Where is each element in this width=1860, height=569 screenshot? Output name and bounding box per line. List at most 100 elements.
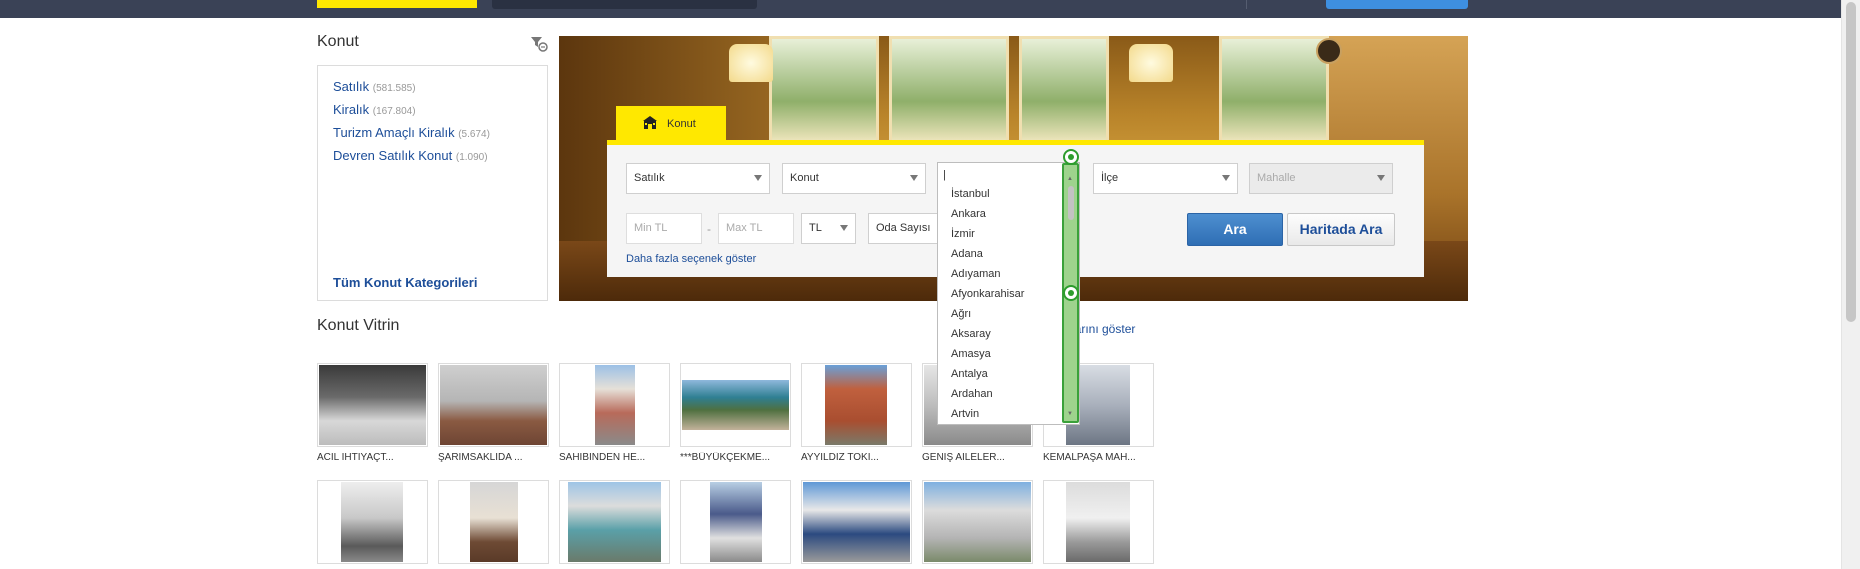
hero-window <box>889 36 1009 146</box>
listing-type-value: Satılık <box>634 172 665 184</box>
listing-thumbnail[interactable] <box>317 480 428 564</box>
listing-caption[interactable]: AYYILDIZ TOKİ... <box>801 452 912 463</box>
listing-thumbnail[interactable] <box>680 363 791 447</box>
category-list: Satılık (581.585) Kiralık (167.804) Turi… <box>333 79 490 171</box>
scroll-down-icon[interactable]: ▼ <box>1067 411 1073 417</box>
chevron-down-icon <box>1377 175 1385 181</box>
city-option[interactable]: Afyonkarahisar <box>938 287 1024 307</box>
tab-konut[interactable]: Konut <box>616 106 726 140</box>
listing-thumbnail[interactable] <box>680 480 791 564</box>
divider <box>1246 0 1247 9</box>
tab-konut-label: Konut <box>667 118 696 130</box>
category-label[interactable]: Devren Satılık Konut <box>333 148 452 163</box>
listing-caption[interactable]: ***BÜYÜKÇEKME... <box>680 452 791 463</box>
min-price-placeholder: Min TL <box>634 222 668 234</box>
search-button[interactable]: Ara <box>1187 213 1283 246</box>
district-value: İlçe <box>1101 172 1119 184</box>
map-search-button[interactable]: Haritada Ara <box>1287 213 1395 246</box>
city-options-list: İstanbul Ankara İzmir Adana Adıyaman Afy… <box>938 187 1024 424</box>
city-option[interactable]: İzmir <box>938 227 1024 247</box>
category-item-devren[interactable]: Devren Satılık Konut (1.090) <box>333 148 490 171</box>
listing-thumbnail[interactable] <box>317 363 428 447</box>
category-label[interactable]: Turizm Amaçlı Kiralık <box>333 125 455 140</box>
chevron-down-icon <box>910 175 918 181</box>
listing-caption[interactable]: SAHİBİNDEN HE... <box>559 452 670 463</box>
city-option[interactable]: İstanbul <box>938 187 1024 207</box>
filter-icon[interactable] <box>530 36 548 52</box>
category-value: Konut <box>790 172 819 184</box>
city-option[interactable]: Artvin <box>938 407 1024 424</box>
currency-select[interactable]: TL <box>801 213 856 244</box>
city-option[interactable]: Aksaray <box>938 327 1024 347</box>
house-icon <box>643 116 657 129</box>
neighborhood-select: Mahalle <box>1249 163 1393 194</box>
post-ad-button[interactable] <box>1326 0 1468 9</box>
neighborhood-value: Mahalle <box>1257 172 1296 184</box>
room-count-select[interactable]: Oda Sayısı <box>868 213 940 244</box>
city-dropdown-scroll-thumb[interactable] <box>1068 186 1074 220</box>
city-option[interactable]: Ankara <box>938 207 1024 227</box>
listing-thumbnail[interactable] <box>559 480 670 564</box>
city-dropdown[interactable]: | İstanbul Ankara İzmir Adana Adıyaman A… <box>937 162 1080 425</box>
category-label[interactable]: Satılık <box>333 79 369 94</box>
all-categories-link[interactable]: Tüm Konut Kategorileri <box>333 275 477 290</box>
city-option[interactable]: Adana <box>938 247 1024 267</box>
category-label[interactable]: Kiralık <box>333 102 369 117</box>
more-options-link[interactable]: Daha fazla seçenek göster <box>626 253 756 265</box>
top-navigation-bar <box>0 0 1860 18</box>
price-range-separator: - <box>707 222 711 236</box>
category-count: (581.585) <box>372 83 416 94</box>
listing-thumbnail[interactable] <box>801 480 912 564</box>
category-count: (5.674) <box>458 129 490 140</box>
show-all-showcase-link[interactable]: larını göster <box>1072 322 1135 336</box>
hero-clock <box>1316 38 1342 64</box>
hero-lamp <box>729 44 773 82</box>
site-logo[interactable] <box>317 0 477 8</box>
city-option[interactable]: Ağrı <box>938 307 1024 327</box>
city-option[interactable]: Adıyaman <box>938 267 1024 287</box>
city-option[interactable]: Amasya <box>938 347 1024 367</box>
listing-caption[interactable]: KEMALPAŞA MAH... <box>1043 452 1154 463</box>
category-item-satilik[interactable]: Satılık (581.585) <box>333 79 490 102</box>
page-scrollbar-thumb[interactable] <box>1846 2 1856 322</box>
page-scrollbar[interactable] <box>1841 0 1860 569</box>
category-select[interactable]: Konut <box>782 163 926 194</box>
drag-start-handle-icon[interactable] <box>1063 149 1079 165</box>
showcase-title: Konut Vitrin <box>317 317 400 334</box>
max-price-input[interactable]: Max TL <box>718 213 794 244</box>
category-list-box: Satılık (581.585) Kiralık (167.804) Turi… <box>317 65 548 301</box>
city-option[interactable]: Antalya <box>938 367 1024 387</box>
hero-window <box>1019 36 1109 146</box>
listing-caption[interactable]: ŞARIMSAKLIDA ... <box>438 452 549 463</box>
listing-thumbnail[interactable] <box>922 480 1033 564</box>
hero-window <box>769 36 879 146</box>
city-search-input[interactable]: | <box>938 163 1065 185</box>
hero-window <box>1219 36 1329 146</box>
city-option[interactable]: Ardahan <box>938 387 1024 407</box>
scroll-up-icon[interactable]: ▲ <box>1067 176 1073 182</box>
global-search-input[interactable] <box>492 0 757 9</box>
category-count: (1.090) <box>455 152 488 163</box>
listing-caption[interactable]: GENİŞ AİLELER... <box>922 452 1033 463</box>
listing-thumbnail[interactable] <box>438 480 549 564</box>
chevron-down-icon <box>1222 175 1230 181</box>
min-price-input[interactable]: Min TL <box>626 213 702 244</box>
max-price-placeholder: Max TL <box>726 222 763 234</box>
category-count: (167.804) <box>372 106 416 117</box>
listing-caption[interactable]: ACİL İHTİYAÇT... <box>317 452 428 463</box>
listing-type-select[interactable]: Satılık <box>626 163 770 194</box>
room-count-value: Oda Sayısı <box>876 222 931 234</box>
district-select[interactable]: İlçe <box>1093 163 1238 194</box>
listing-thumbnail[interactable] <box>438 363 549 447</box>
sidebar-title: Konut <box>317 33 359 50</box>
chevron-down-icon <box>840 225 848 231</box>
chevron-down-icon <box>754 175 762 181</box>
listing-thumbnail[interactable] <box>1043 480 1154 564</box>
hero-lamp <box>1129 44 1173 82</box>
drag-end-handle-icon[interactable] <box>1063 285 1079 301</box>
category-item-kiralik[interactable]: Kiralık (167.804) <box>333 102 490 125</box>
currency-value: TL <box>809 222 822 234</box>
category-item-turizm[interactable]: Turizm Amaçlı Kiralık (5.674) <box>333 125 490 148</box>
listing-thumbnail[interactable] <box>801 363 912 447</box>
listing-thumbnail[interactable] <box>559 363 670 447</box>
